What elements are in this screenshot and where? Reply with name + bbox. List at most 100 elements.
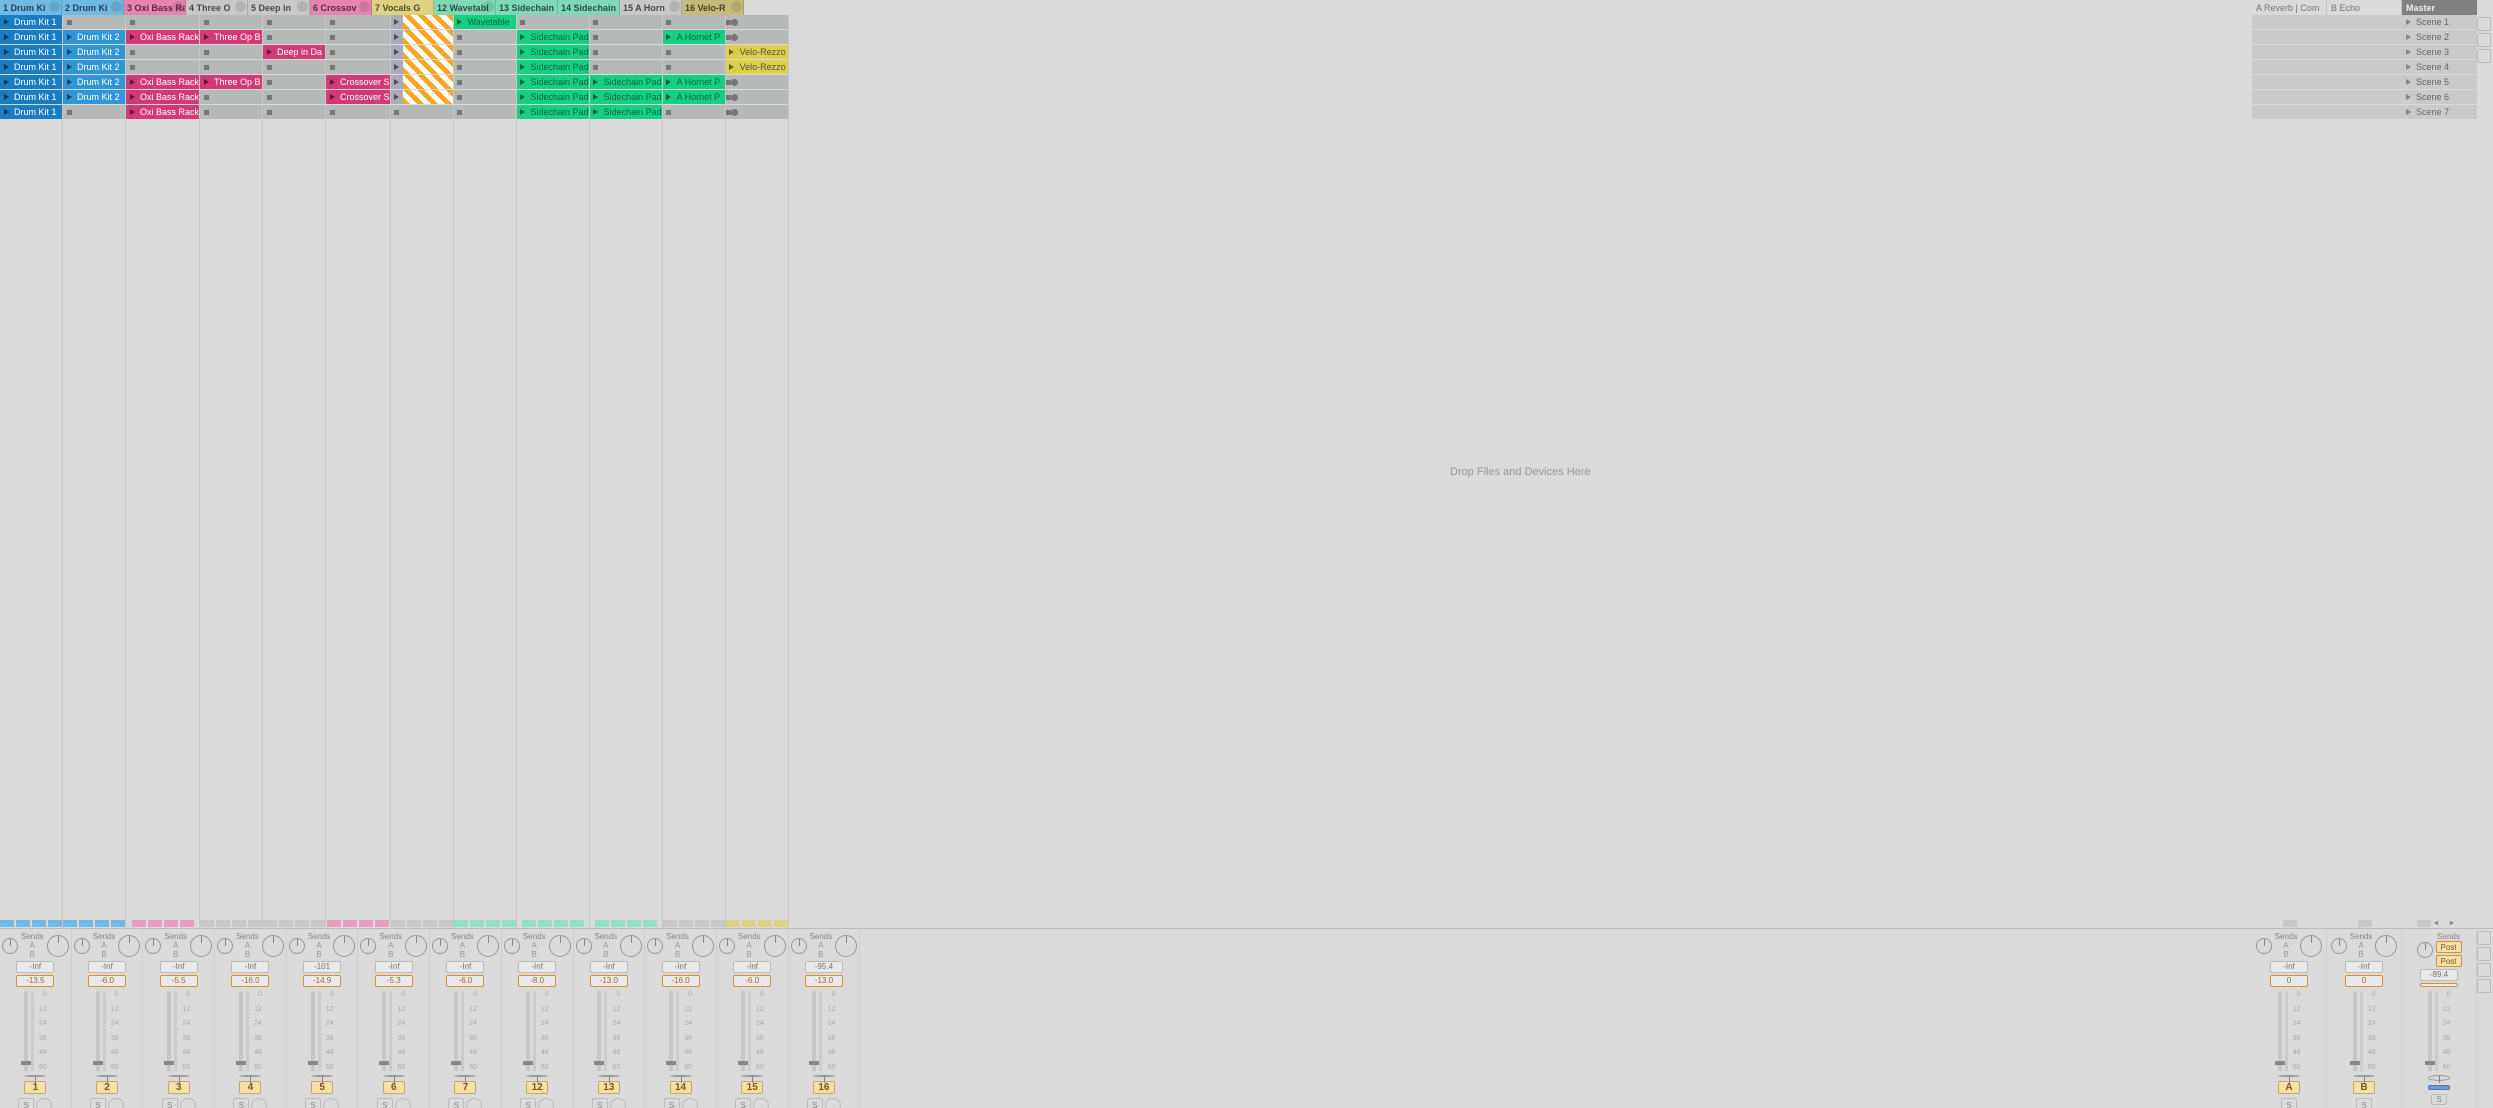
volume-fader[interactable] [24,991,28,1071]
play-icon[interactable] [0,75,12,89]
returns-toggle-icon[interactable] [2477,33,2491,47]
peak-display[interactable]: -6.0 [446,975,484,987]
clip-slot[interactable]: Crossover S [326,75,390,89]
peak-display[interactable] [2420,983,2458,987]
clip-slot[interactable] [454,75,516,89]
clip-slot[interactable]: Drum Kit 1 [0,60,62,74]
clip-slot[interactable] [391,90,453,104]
stop-icon[interactable] [454,45,466,59]
stop-icon[interactable] [200,60,212,74]
pan-knob[interactable] [2331,938,2347,954]
pan-knob[interactable] [576,938,592,954]
play-icon[interactable] [454,15,466,29]
clip-slot[interactable] [391,15,453,29]
clip-slot[interactable]: Sidechain Pad [590,105,662,119]
track-stop-row[interactable] [391,919,453,928]
clip-slot[interactable] [326,30,390,44]
track-io-icon[interactable] [173,1,184,12]
stop-clip-icon[interactable] [439,920,453,927]
stop-clip-icon[interactable] [742,920,756,927]
clip-slot[interactable] [200,105,262,119]
stop-icon[interactable] [590,60,602,74]
clip-slot[interactable]: Drum Kit 2 [63,90,125,104]
clip-slot[interactable]: Crossover S [326,90,390,104]
peak-display[interactable]: -8.0 [518,975,556,987]
post-button[interactable]: Post [2436,941,2462,953]
play-icon[interactable] [0,105,12,119]
stop-icon[interactable] [517,15,529,29]
clip-slot[interactable] [326,15,390,29]
scene-launch-1[interactable]: Scene 1 [2402,15,2477,29]
clip-slot[interactable] [590,60,662,74]
track-stop-row[interactable] [0,919,62,928]
arm-button[interactable] [753,1098,769,1108]
cue-knob[interactable] [383,1075,405,1077]
peak-display[interactable]: -5.3 [375,975,413,987]
track-stop-row[interactable] [126,919,199,928]
stop-clip-icon[interactable] [611,920,625,927]
send-knob[interactable] [333,935,355,957]
volume-display[interactable]: -Inf [88,961,126,973]
stop-clip-icon[interactable] [132,920,146,927]
master-activator[interactable] [2428,1085,2450,1090]
cue-knob[interactable] [2428,1075,2450,1081]
arm-button[interactable] [610,1098,626,1108]
clip-slot[interactable] [200,45,262,59]
clip-slot[interactable] [200,60,262,74]
send-knob[interactable] [620,935,642,957]
volume-display[interactable]: -Inf [733,961,771,973]
send-knob[interactable] [262,935,284,957]
clip-slot[interactable] [391,75,453,89]
clip-slot[interactable] [63,15,125,29]
stop-clip-icon[interactable] [216,920,230,927]
send-knob[interactable] [190,935,212,957]
stop-icon[interactable] [590,15,602,29]
drop-zone[interactable]: Drop Files and Devices Here [789,15,2252,928]
play-icon[interactable] [63,30,75,44]
clip-slot[interactable] [454,105,516,119]
track-stop-row[interactable] [63,919,125,928]
send-knob[interactable] [549,935,571,957]
clip-slot[interactable] [663,105,725,119]
volume-display[interactable]: -Inf [2345,961,2383,973]
clip-slot[interactable]: Drum Kit 1 [0,30,62,44]
stop-icon[interactable] [263,105,275,119]
play-icon[interactable] [200,30,212,44]
clip-slot[interactable]: Deep in Da [263,45,325,59]
send-knob[interactable] [2375,935,2397,957]
play-icon[interactable] [63,60,75,74]
stop-icon[interactable] [326,30,338,44]
clip-slot[interactable]: Sidechain Pad [590,75,662,89]
stop-icon[interactable] [263,75,275,89]
clip-slot[interactable]: Sidechain Pad [517,60,589,74]
clip-slot[interactable] [726,105,788,119]
stop-icon[interactable] [590,30,602,44]
solo-button[interactable]: S [735,1098,751,1108]
play-icon[interactable] [391,90,403,104]
solo-button[interactable]: S [377,1098,393,1108]
pan-knob[interactable] [791,938,807,954]
pan-knob[interactable] [2256,938,2272,954]
stop-icon[interactable] [663,105,675,119]
stop-clip-icon[interactable] [16,920,30,927]
clip-slot[interactable] [263,75,325,89]
send-knob[interactable] [118,935,140,957]
stop-clip-icon[interactable] [423,920,437,927]
clip-slot[interactable]: Sidechain Pad [517,90,589,104]
peak-display[interactable]: -13.0 [590,975,628,987]
clip-slot[interactable] [126,15,199,29]
track-io-icon[interactable] [297,1,308,12]
volume-display[interactable]: -Inf [662,961,700,973]
send-knob[interactable] [692,935,714,957]
solo-button[interactable]: S [2431,1094,2447,1105]
play-icon[interactable] [517,45,529,59]
stop-clip-icon[interactable] [311,920,325,927]
clip-slot[interactable] [454,45,516,59]
stop-clip-icon[interactable] [695,920,709,927]
pan-knob[interactable] [360,938,376,954]
play-icon[interactable] [517,75,529,89]
clip-slot[interactable] [63,105,125,119]
clip-slot[interactable] [263,90,325,104]
clip-slot[interactable]: Sidechain Pad [517,105,589,119]
stop-clip-icon[interactable] [180,920,194,927]
